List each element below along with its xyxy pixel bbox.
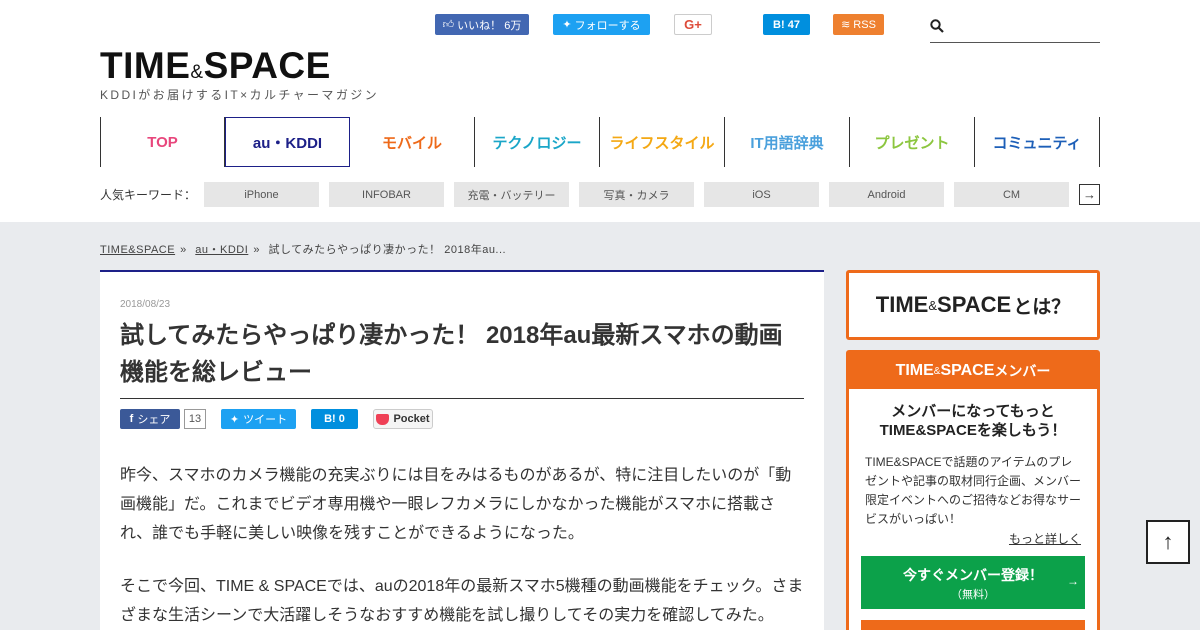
breadcrumb-home-link[interactable]: TIME&SPACE xyxy=(100,244,175,256)
facebook-icon: f xyxy=(129,413,134,425)
arrow-right-icon: → xyxy=(1067,574,1079,588)
nav-item-it-glossary[interactable]: IT用語辞典 xyxy=(725,117,850,167)
gplus-button[interactable]: G+ xyxy=(674,14,712,35)
twitter-bird-icon: ✦ xyxy=(229,413,240,426)
member-box: TIME & SPACE メンバー メンバーになってもっと TIME&SPACEを楽… xyxy=(846,350,1100,630)
member-register-button[interactable]: 今すぐメンバー登録！ （無料） → xyxy=(861,556,1085,609)
article-date: 2018/08/23 xyxy=(120,299,171,310)
about-banner[interactable]: TIME & SPACE とは？ xyxy=(846,270,1100,340)
keyword-tag-battery[interactable]: 充電・バッテリー xyxy=(454,182,569,207)
keyword-tag-android[interactable]: Android xyxy=(829,182,944,207)
breadcrumb-category-link[interactable]: au・KDDI xyxy=(195,244,248,256)
keyword-tag-iphone[interactable]: iPhone xyxy=(204,182,319,207)
member-more-link[interactable]: もっと詳しく xyxy=(849,530,1081,547)
rss-button[interactable]: ≋ RSS xyxy=(833,14,884,35)
nav-item-lifestyle[interactable]: ライフスタイル xyxy=(600,117,725,167)
facebook-share-button[interactable]: f シェア xyxy=(120,409,180,429)
facebook-like-button[interactable]: 👍︎ いいね！ 6万 xyxy=(435,14,529,35)
page-top-button[interactable]: ↑ xyxy=(1146,520,1190,564)
pocket-icon xyxy=(376,413,390,425)
twitter-follow-button[interactable]: ✦ フォローする xyxy=(553,14,650,35)
article: 2018/08/23 試してみたらやっぱり凄かった！ 2018年au最新スマホの… xyxy=(100,270,824,630)
keyword-tag-cm[interactable]: CM xyxy=(954,182,1069,207)
share-buttons: f シェア 13 ✦ ツイート B! 0 Pocket xyxy=(120,409,804,429)
member-lead: メンバーになってもっと TIME&SPACEを楽しもう！ xyxy=(879,403,1067,439)
article-paragraph: 昨今、スマホのカメラ機能の充実ぶりには目をみはるものがあるが、特に注目したいのが… xyxy=(120,467,792,542)
nav-item-present[interactable]: プレゼント xyxy=(850,117,975,167)
rss-icon: ≋ xyxy=(841,19,851,31)
keyword-tag-infobar[interactable]: INFOBAR xyxy=(329,182,444,207)
facebook-share-count: 13 xyxy=(184,409,206,429)
hatena-bookmark-button[interactable]: B! 47 xyxy=(763,14,810,35)
site-header: 👍︎ いいね！ 6万 ✦ フォローする G+ B! 47 ≋ RSS TIME&… xyxy=(0,0,1200,222)
member-box-header: TIME & SPACE メンバー xyxy=(849,353,1097,389)
article-body: 昨今、スマホのカメラ機能の充実ぶりには目をみはるものがあるが、特に注目したいのが… xyxy=(120,461,804,630)
search-box xyxy=(930,14,1100,43)
nav-item-au-kddi[interactable]: au・KDDI xyxy=(225,117,350,167)
keywords-next-arrow-icon[interactable]: → xyxy=(1079,184,1100,205)
popular-keywords: 人気キーワード： iPhone INFOBAR 充電・バッテリー 写真・カメラ … xyxy=(100,182,1100,207)
breadcrumb: TIME&SPACE» au・KDDI» 試してみたらやっぱり凄かった！ 201… xyxy=(100,244,507,256)
arrow-up-icon: ↑ xyxy=(1162,529,1174,554)
nav-item-community[interactable]: コミュニティ xyxy=(975,117,1100,167)
twitter-bird-icon: ✦ xyxy=(562,19,572,31)
member-description: TIME&SPACEで話題のアイテムのプレゼントや記事の取材同行企画、メンバー限… xyxy=(865,455,1082,526)
site-tagline: KDDIがお届けするIT×カルチャーマガジン xyxy=(100,88,380,102)
nav-item-technology[interactable]: テクノロジー xyxy=(475,117,600,167)
nav-item-mobile[interactable]: モバイル xyxy=(350,117,475,167)
breadcrumb-current: 試してみたらやっぱり凄かった！ 2018年au... xyxy=(268,244,507,256)
hatena-share-button[interactable]: B! 0 xyxy=(311,409,358,429)
keyword-tag-ios[interactable]: iOS xyxy=(704,182,819,207)
keyword-tag-camera[interactable]: 写真・カメラ xyxy=(579,182,694,207)
nav-item-top[interactable]: TOP xyxy=(100,117,225,167)
pocket-button[interactable]: Pocket xyxy=(373,409,433,429)
article-title: 試してみたらやっぱり凄かった！ 2018年au最新スマホの動画機能を総レビュー xyxy=(120,317,804,399)
keywords-label: 人気キーワード： xyxy=(100,188,197,202)
tweet-button[interactable]: ✦ ツイート xyxy=(221,409,296,429)
search-input[interactable] xyxy=(950,16,1098,38)
search-icon[interactable] xyxy=(930,19,944,33)
gplus-icon: G+ xyxy=(684,17,702,32)
member-login-button[interactable] xyxy=(861,620,1085,630)
article-paragraph: そこで今回、TIME & SPACEでは、auの2018年の最新スマホ5機種の動… xyxy=(120,578,804,624)
thumbs-up-icon: 👍︎ xyxy=(442,19,455,31)
main-nav: TOP au・KDDI モバイル テクノロジー ライフスタイル IT用語辞典 プレゼント コミ… xyxy=(100,117,1100,167)
